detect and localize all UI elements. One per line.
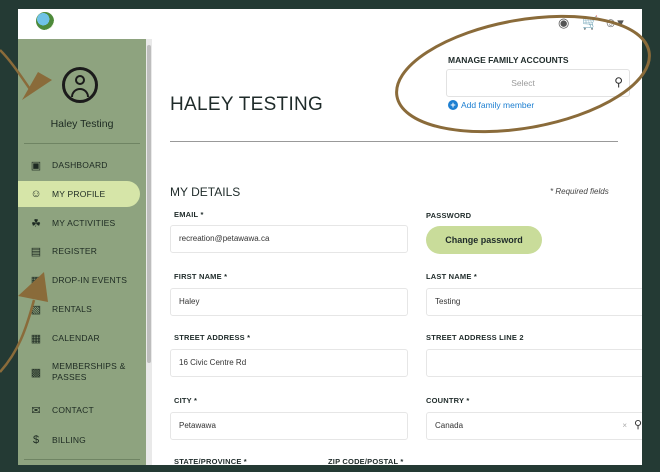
sidebar: Haley Testing ▣ DASHBOARD ☺ MY PROFILE ☘… [18, 39, 146, 465]
first-name-value: Haley [179, 297, 200, 306]
country-value: Canada [435, 421, 464, 430]
billing-icon: $ [32, 434, 40, 446]
globe-icon[interactable]: ◉ [558, 15, 569, 31]
sidebar-item-calendar[interactable]: ▦ CALENDAR [18, 325, 146, 351]
manage-family-placeholder: Select [511, 78, 535, 88]
street-address-label: STREET ADDRESS * [174, 333, 251, 342]
register-icon: ▤ [30, 245, 42, 258]
sidebar-item-label: DROP-IN EVENTS [52, 274, 128, 285]
drop-in-icon: ▦ [30, 274, 42, 287]
account-dropdown-icon[interactable]: ☺▾ [604, 15, 624, 31]
sidebar-item-memberships-passes[interactable]: ▩ MEMBERSHIPS & PASSES [18, 355, 146, 389]
sidebar-item-register[interactable]: ▤ REGISTER [18, 238, 146, 264]
zip-code-label: ZIP CODE/POSTAL * [328, 457, 404, 465]
manage-family-label: MANAGE FAMILY ACCOUNTS [448, 55, 569, 65]
sidebar-item-drop-in-events[interactable]: ▦ DROP-IN EVENTS [18, 267, 146, 293]
email-value: recreation@petawawa.ca [179, 234, 270, 243]
street-address-value: 16 Civic Centre Rd [179, 358, 247, 367]
sidebar-divider [24, 459, 140, 460]
first-name-field[interactable]: Haley [170, 288, 408, 316]
site-logo[interactable] [36, 12, 54, 30]
sidebar-item-rentals[interactable]: ▧ RENTALS [18, 296, 146, 322]
street-address-2-field[interactable] [426, 349, 642, 377]
sidebar-item-label: RENTALS [52, 303, 92, 314]
sidebar-item-dashboard[interactable]: ▣ DASHBOARD [18, 152, 146, 178]
search-icon[interactable]: ⚲ [614, 75, 623, 89]
sidebar-item-contact[interactable]: ✉ CONTACT [18, 397, 146, 423]
my-details-heading: MY DETAILS [170, 185, 241, 199]
calendar-icon: ▦ [30, 332, 42, 345]
sidebar-item-billing[interactable]: $ BILLING [18, 427, 146, 453]
sidebar-item-label: BILLING [52, 434, 86, 445]
city-value: Petawawa [179, 421, 216, 430]
rentals-icon: ▧ [30, 303, 42, 316]
last-name-label: LAST NAME * [426, 272, 477, 281]
sidebar-item-label: MEMBERSHIPS & PASSES [52, 361, 126, 382]
change-password-button[interactable]: Change password [426, 226, 542, 254]
clear-icon[interactable]: × [622, 413, 627, 439]
add-icon: + [448, 100, 458, 110]
sidebar-item-label: MY ACTIVITIES [52, 217, 116, 228]
section-divider [170, 141, 618, 142]
state-province-label: STATE/PROVINCE * [174, 457, 247, 465]
last-name-field[interactable]: Testing [426, 288, 642, 316]
last-name-value: Testing [435, 297, 461, 306]
sidebar-item-label: MY PROFILE [52, 188, 106, 199]
street-address-2-label: STREET ADDRESS LINE 2 [426, 333, 524, 342]
sidebar-divider [24, 143, 140, 144]
sidebar-item-my-activities[interactable]: ☘ MY ACTIVITIES [18, 210, 146, 236]
city-label: CITY * [174, 396, 198, 405]
email-label: EMAIL * [174, 210, 204, 219]
manage-family-select[interactable]: Select ⚲ [446, 69, 630, 97]
search-icon[interactable]: ⚲ [634, 412, 642, 438]
avatar[interactable] [62, 67, 98, 103]
sidebar-user-name: Haley Testing [50, 118, 114, 130]
sidebar-item-label: DASHBOARD [52, 159, 108, 170]
country-select[interactable]: Canada × ⚲ [426, 412, 642, 440]
add-family-label: Add family member [461, 100, 535, 110]
sidebar-item-label: CONTACT [52, 404, 94, 415]
contact-icon: ✉ [31, 404, 41, 417]
main-content: HALEY TESTING MANAGE FAMILY ACCOUNTS Sel… [152, 39, 642, 465]
sidebar-item-label: REGISTER [52, 245, 98, 256]
memberships-icon: ▩ [30, 366, 42, 379]
top-bar: ◉ 🛒 ☺▾ [18, 9, 642, 39]
street-address-field[interactable]: 16 Civic Centre Rd [170, 349, 408, 377]
cart-icon[interactable]: 🛒 [582, 15, 598, 31]
first-name-label: FIRST NAME * [174, 272, 228, 281]
page-title: HALEY TESTING [170, 94, 324, 115]
sidebar-item-label: CALENDAR [52, 332, 100, 343]
city-field[interactable]: Petawawa [170, 412, 408, 440]
password-label: PASSWORD [426, 211, 472, 220]
add-family-member-link[interactable]: + Add family member [448, 100, 534, 110]
profile-icon: ☺ [30, 188, 42, 200]
email-field[interactable]: recreation@petawawa.ca [170, 225, 408, 253]
activities-icon: ☘ [31, 217, 41, 230]
dashboard-icon: ▣ [30, 159, 42, 172]
sidebar-scroll-thumb[interactable] [147, 45, 151, 363]
sidebar-item-my-profile[interactable]: ☺ MY PROFILE [18, 181, 140, 207]
app-page: ◉ 🛒 ☺▾ Haley Testing ▣ DASHBOARD ☺ MY PR… [18, 9, 642, 465]
country-label: COUNTRY * [426, 396, 470, 405]
required-fields-note: * Required fields [550, 187, 609, 196]
